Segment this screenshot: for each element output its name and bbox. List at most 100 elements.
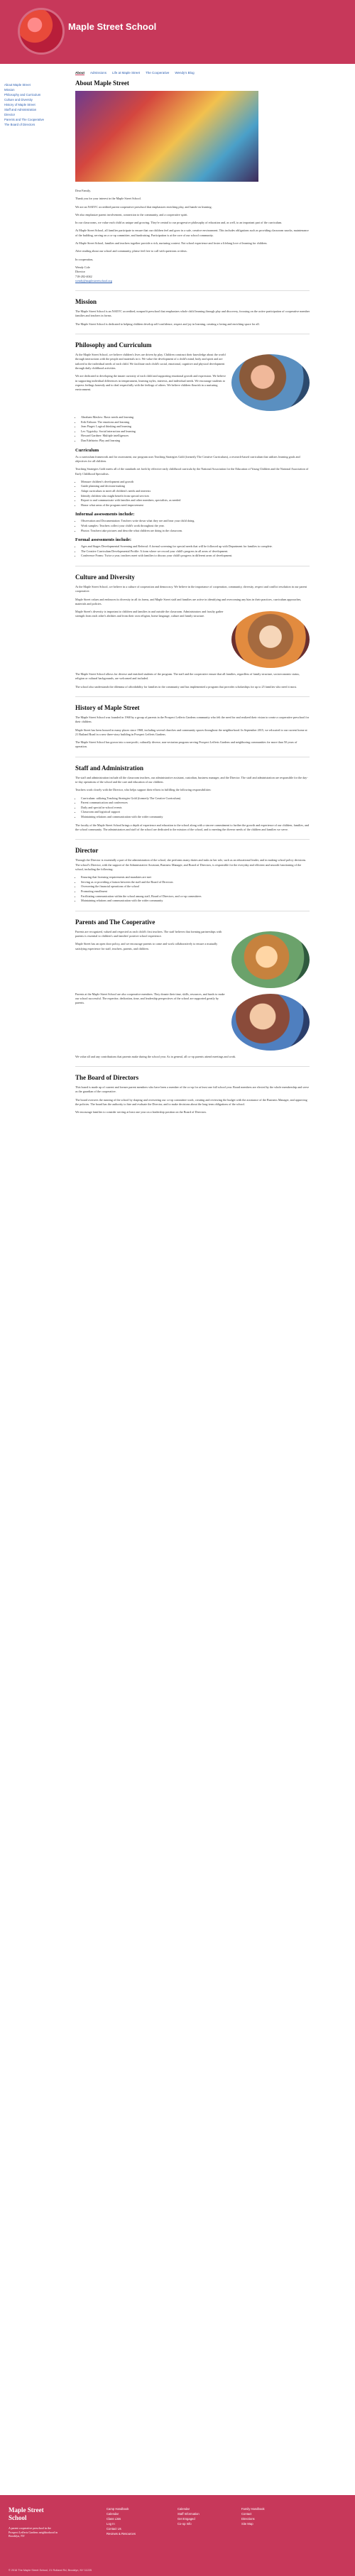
staff-para: The faculty of the Maple Street School b…: [75, 823, 310, 831]
list-item: Maintaining relations and communication …: [81, 815, 310, 820]
nav-admissions[interactable]: Admissions: [90, 71, 106, 75]
list-item: Promoting enrollment: [81, 889, 310, 894]
about-para: At Maple Street School, families and tea…: [75, 241, 268, 246]
footer-link[interactable]: Contact: [241, 2511, 265, 2516]
list-item: Conference Forms: Twice a year, teachers…: [81, 554, 310, 559]
signature-phone: 718-282-4042: [75, 274, 92, 278]
history-section: History of Maple Street The Maple Street…: [75, 704, 310, 750]
nav-about[interactable]: About: [75, 71, 84, 75]
footer-link[interactable]: Class Lists: [106, 2516, 136, 2521]
staff-section: Staff and Administration The staff and a…: [75, 764, 310, 832]
parents-section: Parents and The Cooperative Parents are …: [75, 919, 310, 1059]
philosophy-title: Philosophy and Curriculum: [75, 341, 152, 349]
history-para: The Maple Street School has grown into a…: [75, 740, 297, 749]
curriculum-para: Teaching Strategies Gold meets all of th…: [75, 467, 309, 476]
hero-photo: [75, 91, 258, 182]
sidebar-item-director[interactable]: Director: [4, 112, 61, 117]
list-item: Parent communication and conferences: [81, 801, 310, 806]
about-para: We also emphasize parent involvement, co…: [75, 212, 188, 217]
history-para: Maple Street has been housed in many pla…: [75, 728, 307, 736]
nav-blog[interactable]: Wendy's Blog: [175, 71, 194, 75]
top-navigation: About Admissions Life at Maple Street Th…: [75, 71, 195, 75]
sidebar-item-culture[interactable]: Culture and Diversity: [4, 97, 61, 102]
nav-life-at-maple-street[interactable]: Life at Maple Street: [112, 71, 140, 75]
staff-title: Staff and Administration: [75, 764, 144, 772]
list-item: Howard Gardner: Multiple intelligences: [81, 434, 310, 439]
sidebar-item-parents[interactable]: Parents and The Cooperative: [4, 117, 61, 122]
footer-link[interactable]: Reviews & Resources: [106, 2531, 136, 2536]
parents-para: We value all and any contributions that …: [75, 1054, 236, 1058]
signature-role: Director: [75, 270, 85, 274]
list-item: Photos: Teachers take pictures and descr…: [81, 529, 310, 534]
school-logo-icon[interactable]: [20, 10, 62, 53]
footer-link[interactable]: Co-op Info: [178, 2521, 200, 2526]
formal-assessment-list: Ages and Stages Developmental Screening …: [81, 544, 310, 559]
footer-link[interactable]: Contact Us: [106, 2526, 136, 2531]
mission-title: Mission: [75, 298, 97, 306]
footer-link[interactable]: Camp Handbook: [106, 2506, 136, 2511]
culture-photo: [231, 611, 310, 669]
list-item: Classroom and logistical support: [81, 810, 310, 815]
informal-assessment-title: Informal assessments include:: [75, 512, 135, 517]
about-para: After reading about our school and commu…: [75, 249, 187, 253]
director-duties-list: Ensuring that licensing requirements and…: [81, 875, 310, 904]
list-item: Guide planning and decision-making: [81, 484, 310, 489]
list-item: Work samples: Teachers collect your chil…: [81, 524, 310, 529]
mission-section: Mission The Maple Street School is an NA…: [75, 298, 310, 327]
board-title: The Board of Directors: [75, 1073, 139, 1081]
footer-link[interactable]: Directions: [241, 2516, 265, 2521]
divider: [75, 290, 310, 292]
list-item: Measure children's development and growt…: [81, 480, 310, 485]
sidebar-item-mission[interactable]: Mission: [4, 87, 61, 92]
footer-link[interactable]: Calendar: [106, 2511, 136, 2516]
list-item: Identify children who might benefit from…: [81, 494, 310, 499]
list-item: Adapt curriculum to meet all children's …: [81, 489, 310, 494]
parents-title: Parents and The Cooperative: [75, 918, 155, 926]
footer-link[interactable]: Log In: [106, 2521, 136, 2526]
sidebar-item-history[interactable]: History of Maple Street: [4, 102, 61, 107]
list-item: Serving as or providing a liaison betwee…: [81, 880, 310, 885]
sidebar-item-about[interactable]: About Maple Street: [4, 82, 61, 87]
signature-email[interactable]: wendy@maplestreetschool.org: [75, 279, 112, 283]
board-para: We encourage families to consider servin…: [75, 1110, 207, 1114]
about-para: At Maple Street School, all families par…: [75, 229, 309, 237]
history-para: The Maple Street School was founded in 1…: [75, 716, 310, 724]
copyright: © 2016 The Maple Street School, 21 Rutla…: [9, 2569, 92, 2572]
list-item: Lev Vygotsky: Social interaction and lea…: [81, 429, 310, 434]
curriculum-goals-list: Measure children's development and growt…: [81, 480, 310, 508]
list-item: The Creative Curriculum Developmental Pr…: [81, 549, 310, 554]
signature: Wendy Cole Director 718-282-4042 wendy@m…: [75, 265, 310, 283]
footer-links-col-2: Calendar Staff Information Get Engaged C…: [178, 2506, 200, 2526]
nav-cooperative[interactable]: The Cooperative: [146, 71, 169, 75]
staff-para: The staff and administration include all…: [75, 775, 308, 784]
parents-photo-2: [231, 993, 310, 1051]
footer-link[interactable]: Calendar: [178, 2506, 200, 2511]
footer-link[interactable]: Get Engaged: [178, 2516, 200, 2521]
footer-link[interactable]: Site Map: [241, 2521, 265, 2526]
divider: [75, 1065, 310, 1067]
footer-link[interactable]: Staff Information: [178, 2511, 200, 2516]
site-title[interactable]: Maple Street School: [68, 21, 156, 32]
sidebar-item-philosophy[interactable]: Philosophy and Curriculum: [4, 92, 61, 97]
list-item: Erik Erikson: The emotions and learning: [81, 420, 310, 425]
curriculum-title: Curriculum: [75, 447, 99, 453]
list-item: Ages and Stages Developmental Screening …: [81, 544, 310, 549]
sidebar-item-staff[interactable]: Staff and Administration: [4, 107, 61, 112]
footer-title[interactable]: Maple Street School: [9, 2506, 58, 2522]
list-item: Curriculum: utilizing Teaching Strategie…: [81, 796, 310, 801]
sidebar-item-board[interactable]: The Board of Directors: [4, 122, 61, 127]
about-para: In cooperation,: [75, 257, 94, 261]
about-para: We are an NAEYC accredited parent cooper…: [75, 204, 212, 209]
mission-para: The Maple Street School is an NAEYC accr…: [75, 309, 310, 318]
history-title: History of Maple Street: [75, 704, 140, 711]
staff-responsibilities-list: Curriculum: utilizing Teaching Strategie…: [81, 796, 310, 820]
culture-para: The school also understands the dilemma …: [75, 684, 297, 689]
director-section: Director Through the Director is essenti…: [75, 847, 310, 903]
footer-link[interactable]: Family Handbook: [241, 2506, 265, 2511]
board-para: This board is made up of current and for…: [75, 1085, 310, 1094]
culture-para: Maple Street values and embraces its div…: [75, 597, 302, 605]
philosophy-section: Philosophy and Curriculum At the Maple S…: [75, 341, 310, 559]
list-item: Report to and communicate with families …: [81, 498, 310, 503]
about-para: In our classrooms, we value each child a…: [75, 221, 283, 225]
list-item: Maintaining relations and communication …: [81, 899, 310, 904]
